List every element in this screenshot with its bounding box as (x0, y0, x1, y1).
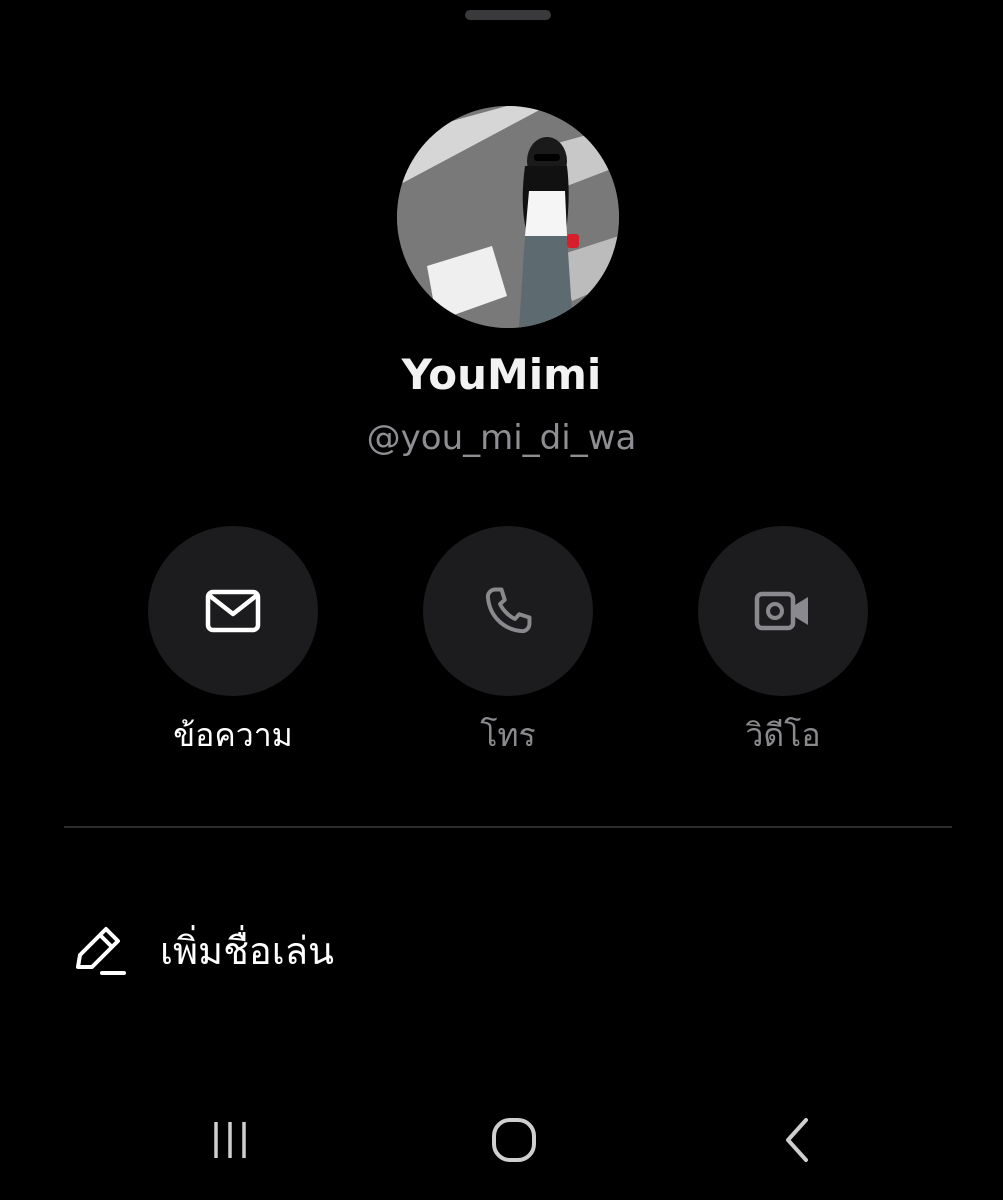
back-chevron-icon (786, 1118, 808, 1162)
recents-icon (214, 1122, 246, 1158)
recents-button[interactable] (190, 1100, 270, 1180)
add-nickname-label: เพิ่มชื่อเล่น (160, 928, 334, 973)
edit-pencil-icon (64, 917, 130, 983)
message-label: ข้อความ (173, 716, 293, 754)
video-button[interactable]: วิดีโอ (698, 526, 868, 756)
avatar-photo (397, 106, 619, 328)
video-label: วิดีโอ (745, 716, 821, 754)
home-button[interactable] (474, 1100, 554, 1180)
username: @you_mi_di_wa (366, 418, 637, 458)
home-icon (492, 1118, 536, 1162)
mail-icon (205, 589, 261, 633)
back-button[interactable] (758, 1100, 838, 1180)
add-nickname-item[interactable]: เพิ่มชื่อเล่น (64, 905, 944, 995)
display-name: YouMimi (401, 350, 602, 399)
sheet-drag-handle[interactable] (465, 10, 551, 20)
system-nav-bar (0, 1090, 1003, 1190)
call-label: โทร (480, 716, 536, 754)
divider (64, 826, 952, 828)
message-button[interactable]: ข้อความ (148, 526, 318, 756)
avatar[interactable] (397, 106, 619, 328)
video-button-circle[interactable] (698, 526, 868, 696)
message-button-circle[interactable] (148, 526, 318, 696)
call-button-circle[interactable] (423, 526, 593, 696)
video-camera-icon (754, 591, 808, 631)
phone-icon (485, 587, 532, 634)
call-button[interactable]: โทร (423, 526, 593, 756)
